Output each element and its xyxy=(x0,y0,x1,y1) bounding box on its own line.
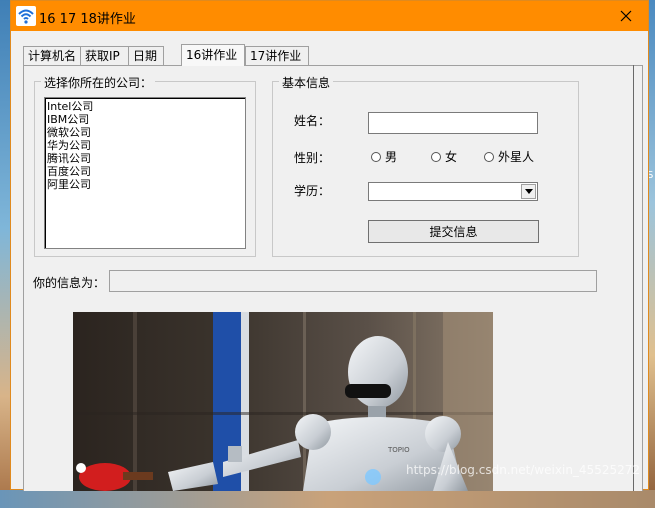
info-label: 你的信息为： xyxy=(33,276,106,290)
tab-panel-edge xyxy=(631,65,634,491)
svg-text:TOPIO: TOPIO xyxy=(387,446,410,454)
title-bar[interactable]: 16 17 18讲作业 xyxy=(11,1,648,31)
radio-circle-icon xyxy=(371,151,381,162)
gender-radio-female[interactable]: 女 xyxy=(431,148,457,165)
list-item[interactable]: 华为公司 xyxy=(47,139,243,152)
list-item[interactable]: 百度公司 xyxy=(47,165,243,178)
tab-lecture-17[interactable]: 17讲作业 xyxy=(245,46,309,65)
app-window: 16 17 18讲作业 计算机名 获取IP 日期 16讲作业 17讲作业 选择你… xyxy=(10,0,649,491)
gender-option-label: 男 xyxy=(385,150,398,164)
education-label: 学历： xyxy=(294,184,331,198)
list-item[interactable]: 微软公司 xyxy=(47,126,243,139)
tab-computer-name[interactable]: 计算机名 xyxy=(23,46,81,65)
submit-info-button[interactable]: 提交信息 xyxy=(368,220,539,243)
radio-circle-icon xyxy=(484,151,494,162)
list-item[interactable]: IBM公司 xyxy=(47,113,243,126)
gender-label: 性别： xyxy=(294,151,331,165)
list-item[interactable]: 阿里公司 xyxy=(47,178,243,191)
tab-date[interactable]: 日期 xyxy=(128,46,164,65)
name-input[interactable] xyxy=(368,112,538,134)
gender-option-label: 外星人 xyxy=(498,150,535,164)
company-group-legend: 选择你所在的公司： xyxy=(41,74,156,91)
desktop-background-bottom xyxy=(0,490,655,508)
watermark-text: https://blog.csdn.net/weixin_45525272 xyxy=(405,463,640,477)
chevron-down-icon[interactable] xyxy=(521,184,536,199)
tab-lecture-16[interactable]: 16讲作业 xyxy=(181,44,245,66)
tab-get-ip[interactable]: 获取IP xyxy=(80,46,129,65)
window-title: 16 17 18讲作业 xyxy=(39,12,136,27)
gender-option-label: 女 xyxy=(445,150,458,164)
wifi-icon xyxy=(16,6,36,26)
name-label: 姓名： xyxy=(294,114,331,128)
gender-radio-male[interactable]: 男 xyxy=(371,148,397,165)
radio-circle-icon xyxy=(431,151,441,162)
education-combobox[interactable] xyxy=(368,182,538,201)
info-display xyxy=(109,270,597,292)
company-listbox[interactable]: Intel公司 IBM公司 微软公司 华为公司 腾讯公司 百度公司 阿里公司 xyxy=(44,97,246,249)
basic-info-legend: 基本信息 xyxy=(279,74,334,91)
close-icon[interactable] xyxy=(604,1,648,31)
gender-radio-alien[interactable]: 外星人 xyxy=(484,148,534,165)
list-item[interactable]: 腾讯公司 xyxy=(47,152,243,165)
list-item[interactable]: Intel公司 xyxy=(47,100,243,113)
